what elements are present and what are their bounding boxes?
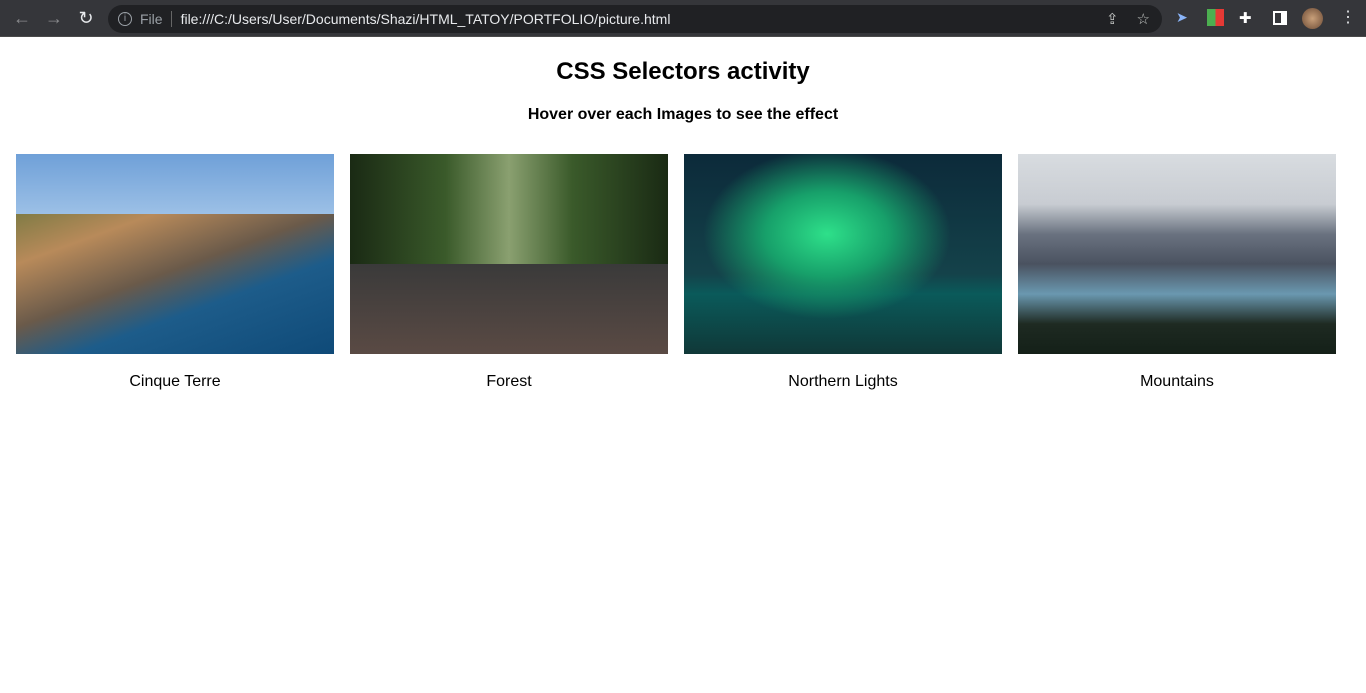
forward-button[interactable]: →: [38, 8, 70, 29]
image-gallery: Cinque Terre Forest Northern Lights Moun…: [16, 154, 1336, 391]
share-icon[interactable]: ⇪: [1106, 10, 1119, 28]
gallery-card[interactable]: Northern Lights: [684, 154, 1002, 391]
extension-cursor-icon[interactable]: ➤: [1176, 9, 1188, 26]
cinque-terre-image[interactable]: [16, 154, 334, 354]
image-caption: Forest: [486, 373, 532, 390]
page-title: CSS Selectors activity: [556, 58, 810, 85]
bookmark-star-icon[interactable]: ☆: [1137, 10, 1150, 28]
info-icon[interactable]: i: [118, 12, 132, 26]
gallery-card[interactable]: Cinque Terre: [16, 154, 334, 391]
extensions-puzzle-icon[interactable]: ✚: [1239, 9, 1252, 27]
image-caption: Northern Lights: [788, 373, 898, 390]
image-caption: Mountains: [1140, 373, 1214, 390]
back-button[interactable]: ←: [6, 8, 38, 29]
page-subtitle: Hover over each Images to see the effect: [527, 106, 839, 123]
browser-toolbar: ← → ↻ i File file:///C:/Users/User/Docum…: [0, 0, 1366, 37]
forest-image[interactable]: [350, 154, 668, 354]
url-text[interactable]: file:///C:/Users/User/Documents/Shazi/HT…: [181, 11, 671, 27]
gallery-card[interactable]: Mountains: [1018, 154, 1336, 391]
address-bar[interactable]: i File file:///C:/Users/User/Documents/S…: [108, 5, 1162, 33]
side-panel-icon[interactable]: [1273, 11, 1287, 25]
extension-color-icon[interactable]: [1207, 9, 1224, 26]
northern-lights-image[interactable]: [684, 154, 1002, 354]
gallery-card[interactable]: Forest: [350, 154, 668, 391]
file-label: File: [140, 11, 172, 27]
reload-button[interactable]: ↻: [70, 8, 102, 29]
profile-avatar[interactable]: [1302, 8, 1323, 29]
image-caption: Cinque Terre: [129, 373, 221, 390]
mountains-image[interactable]: [1018, 154, 1336, 354]
menu-kebab-icon[interactable]: ⋮: [1340, 7, 1356, 27]
